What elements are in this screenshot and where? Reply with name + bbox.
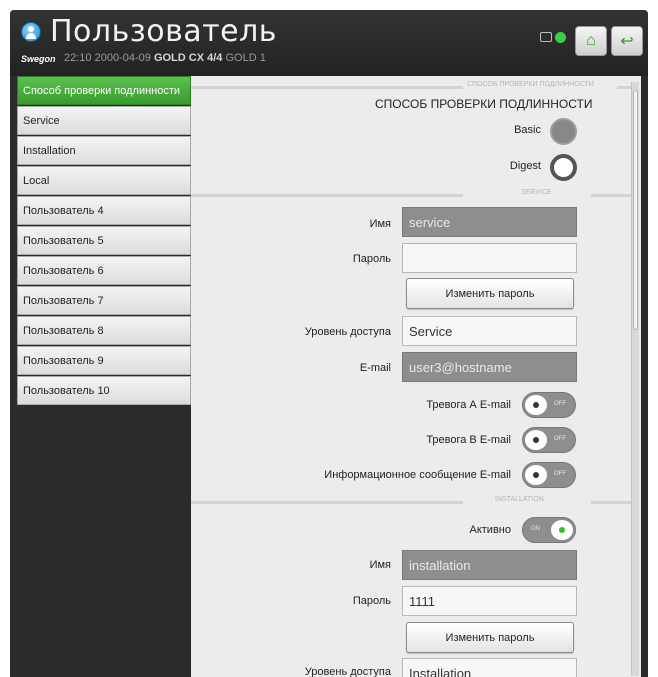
service-password-field[interactable] — [402, 243, 577, 273]
section-divider-installation: INSTALLATION — [191, 496, 631, 508]
alarm-a-email-toggle[interactable]: OFF — [522, 392, 576, 418]
installation-access-field[interactable]: Installation — [402, 658, 577, 677]
installation-change-password-button[interactable]: Изменить пароль — [406, 622, 574, 653]
info-email-toggle[interactable]: OFF — [522, 462, 576, 488]
sidebar-item-user-9[interactable]: Пользователь 9 — [17, 346, 191, 375]
digest-label: Digest — [509, 160, 541, 172]
header: Пользователь Swegon 22:10 2000-04-09 GOL… — [10, 10, 648, 76]
digest-radio[interactable] — [550, 154, 577, 181]
scrollbar[interactable] — [631, 82, 639, 676]
installation-password-label: Пароль — [352, 595, 391, 607]
service-password-label: Пароль — [352, 253, 391, 265]
sidebar-item-user-6[interactable]: Пользователь 6 — [17, 256, 191, 285]
basic-radio[interactable] — [550, 118, 577, 145]
network-icon — [540, 32, 552, 42]
section-label-service: SERVICE — [521, 189, 552, 196]
installation-password-field[interactable]: 1111 — [402, 586, 577, 616]
home-button[interactable]: ⌂ — [575, 26, 607, 56]
alarm-b-email-toggle[interactable]: OFF — [522, 427, 576, 453]
user-icon — [21, 22, 41, 42]
service-name-label: Имя — [369, 218, 391, 230]
service-email-field[interactable]: user3@hostname — [402, 352, 577, 382]
installation-active-toggle[interactable]: ON — [522, 517, 576, 543]
service-access-label: Уровень доступа — [304, 326, 391, 338]
basic-label: Basic — [514, 124, 541, 136]
service-email-label: E-mail — [359, 362, 391, 374]
sidebar-item-service[interactable]: Service — [17, 106, 191, 135]
status-icons — [540, 32, 566, 43]
date: 2000-04-09 — [94, 52, 151, 64]
installation-active-label: Активно — [469, 524, 512, 536]
time: 22:10 — [64, 52, 92, 64]
auth-heading: СПОСОБ ПРОВЕРКИ ПОДЛИННОСТИ — [375, 97, 593, 111]
brand-logo: Swegon — [21, 54, 56, 64]
info-email-label: Информационное сообщение E-mail — [324, 469, 511, 481]
app-window: Пользователь Swegon 22:10 2000-04-09 GOL… — [10, 10, 648, 677]
sidebar-item-local[interactable]: Local — [17, 166, 191, 195]
section-divider-auth: СПОСОБ ПРОВЕРКИ ПОДЛИННОСТИ — [191, 81, 631, 93]
sidebar: Способ проверки подлинности Service Inst… — [17, 76, 191, 676]
home-icon: ⌂ — [586, 32, 596, 49]
installation-name-field[interactable]: installation — [402, 550, 577, 580]
unit-name: GOLD 1 — [225, 52, 266, 64]
section-divider-service: SERVICE — [191, 189, 631, 201]
service-name-field[interactable]: service — [402, 207, 577, 237]
sidebar-item-user-7[interactable]: Пользователь 7 — [17, 286, 191, 315]
status-line: 22:10 2000-04-09 GOLD CX 4/4 GOLD 1 — [64, 52, 266, 64]
installation-name-label: Имя — [369, 559, 391, 571]
service-change-password-button[interactable]: Изменить пароль — [406, 278, 574, 309]
sidebar-item-user-8[interactable]: Пользователь 8 — [17, 316, 191, 345]
installation-access-label: Уровень доступа — [304, 666, 391, 677]
sidebar-item-user-10[interactable]: Пользователь 10 — [17, 376, 191, 405]
section-label-installation: INSTALLATION — [495, 496, 544, 503]
model: GOLD CX 4/4 — [153, 52, 223, 64]
sidebar-item-installation[interactable]: Installation — [17, 136, 191, 165]
alarm-b-email-label: Тревога В E-mail — [426, 434, 511, 446]
sidebar-item-auth[interactable]: Способ проверки подлинности — [17, 76, 191, 105]
user-status-icon — [555, 32, 566, 43]
sidebar-item-user-4[interactable]: Пользователь 4 — [17, 196, 191, 225]
service-access-field[interactable]: Service — [402, 316, 577, 346]
settings-panel: СПОСОБ ПРОВЕРКИ ПОДЛИННОСТИ СПОСОБ ПРОВЕ… — [191, 76, 641, 677]
section-label-auth: СПОСОБ ПРОВЕРКИ ПОДЛИННОСТИ — [467, 81, 594, 88]
sidebar-item-user-5[interactable]: Пользователь 5 — [17, 226, 191, 255]
alarm-a-email-label: Тревога А E-mail — [426, 399, 511, 411]
back-arrow-icon: ↩ — [620, 33, 634, 50]
scrollbar-thumb[interactable] — [633, 90, 638, 330]
page-title: Пользователь — [50, 14, 277, 49]
back-button[interactable]: ↩ — [611, 26, 643, 56]
